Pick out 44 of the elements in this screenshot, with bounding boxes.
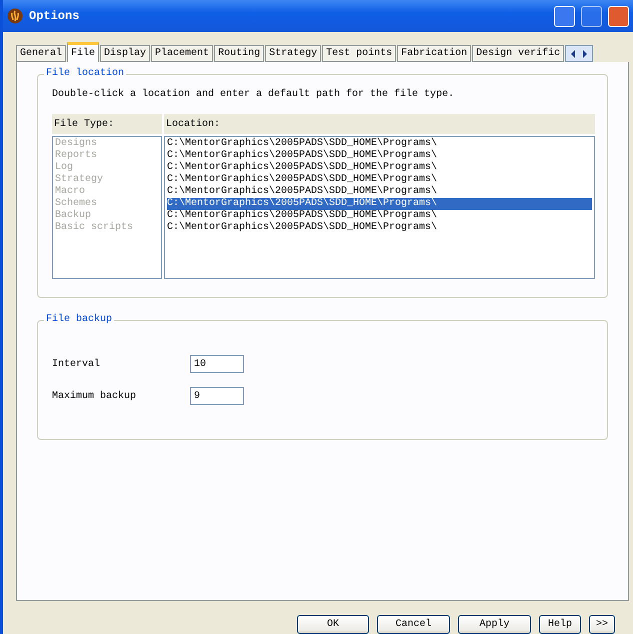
dialog-button[interactable]: Apply	[458, 615, 531, 634]
dialog-button[interactable]: >>	[589, 615, 615, 634]
group-title: File backup	[44, 314, 114, 325]
tab[interactable]: Test points	[322, 45, 396, 62]
tab[interactable]: Display	[100, 45, 150, 62]
dialog-button[interactable]: Cancel	[377, 615, 450, 634]
location-item[interactable]: C:\MentorGraphics\2005PADS\SDD_HOME\Programs\	[167, 174, 592, 186]
location-item[interactable]: C:\MentorGraphics\2005PADS\SDD_HOME\Programs\	[167, 222, 592, 234]
column-header: File Type:	[52, 114, 162, 134]
instruction-text: Double-click a location and enter a default path for the file type.	[52, 89, 456, 100]
input-field[interactable]: 9	[190, 387, 244, 405]
location-item[interactable]: C:\MentorGraphics\2005PADS\SDD_HOME\Programs\	[167, 198, 592, 210]
location-item[interactable]: C:\MentorGraphics\2005PADS\SDD_HOME\Programs\	[167, 162, 592, 174]
file-type-item: Schemes	[55, 198, 98, 210]
column-header: Location:	[164, 114, 595, 134]
file-type-item: Strategy	[55, 174, 104, 186]
dialog-button[interactable]: Help	[539, 615, 581, 634]
file-type-item: Log	[55, 162, 74, 174]
file-type-item: Macro	[55, 186, 86, 198]
file-type-item: Reports	[55, 150, 98, 162]
close-button[interactable]	[608, 6, 629, 26]
location-item[interactable]: C:\MentorGraphics\2005PADS\SDD_HOME\Programs\	[167, 210, 592, 222]
maximize-button[interactable]	[581, 6, 602, 26]
location-item[interactable]: C:\MentorGraphics\2005PADS\SDD_HOME\Programs\	[167, 138, 592, 150]
dialog-button[interactable]: OK	[297, 615, 369, 634]
file-type-item: Backup	[55, 210, 92, 222]
tab[interactable]: General	[16, 45, 66, 62]
tab[interactable]: Strategy	[265, 45, 322, 62]
location-item[interactable]: C:\MentorGraphics\2005PADS\SDD_HOME\Programs\	[167, 150, 592, 162]
tab[interactable]: File	[67, 42, 100, 62]
window-title: Options	[29, 9, 80, 23]
field-label: Interval	[52, 358, 102, 370]
location-item[interactable]: C:\MentorGraphics\2005PADS\SDD_HOME\Programs\	[167, 186, 592, 198]
input-field[interactable]: 10	[190, 355, 244, 373]
tab[interactable]: Placement	[151, 45, 214, 62]
tab-scroll-arrows-icon[interactable]	[565, 45, 594, 62]
app-icon	[7, 8, 23, 24]
file-type-item: Designs	[55, 138, 98, 150]
file-type-item: Basic scripts	[55, 222, 134, 234]
tab[interactable]: Design verific	[472, 45, 564, 62]
minimize-button[interactable]	[554, 6, 575, 26]
tab[interactable]: Fabrication	[397, 45, 472, 62]
field-label: Maximum backup	[52, 390, 138, 402]
tab[interactable]: Routing	[214, 45, 264, 62]
